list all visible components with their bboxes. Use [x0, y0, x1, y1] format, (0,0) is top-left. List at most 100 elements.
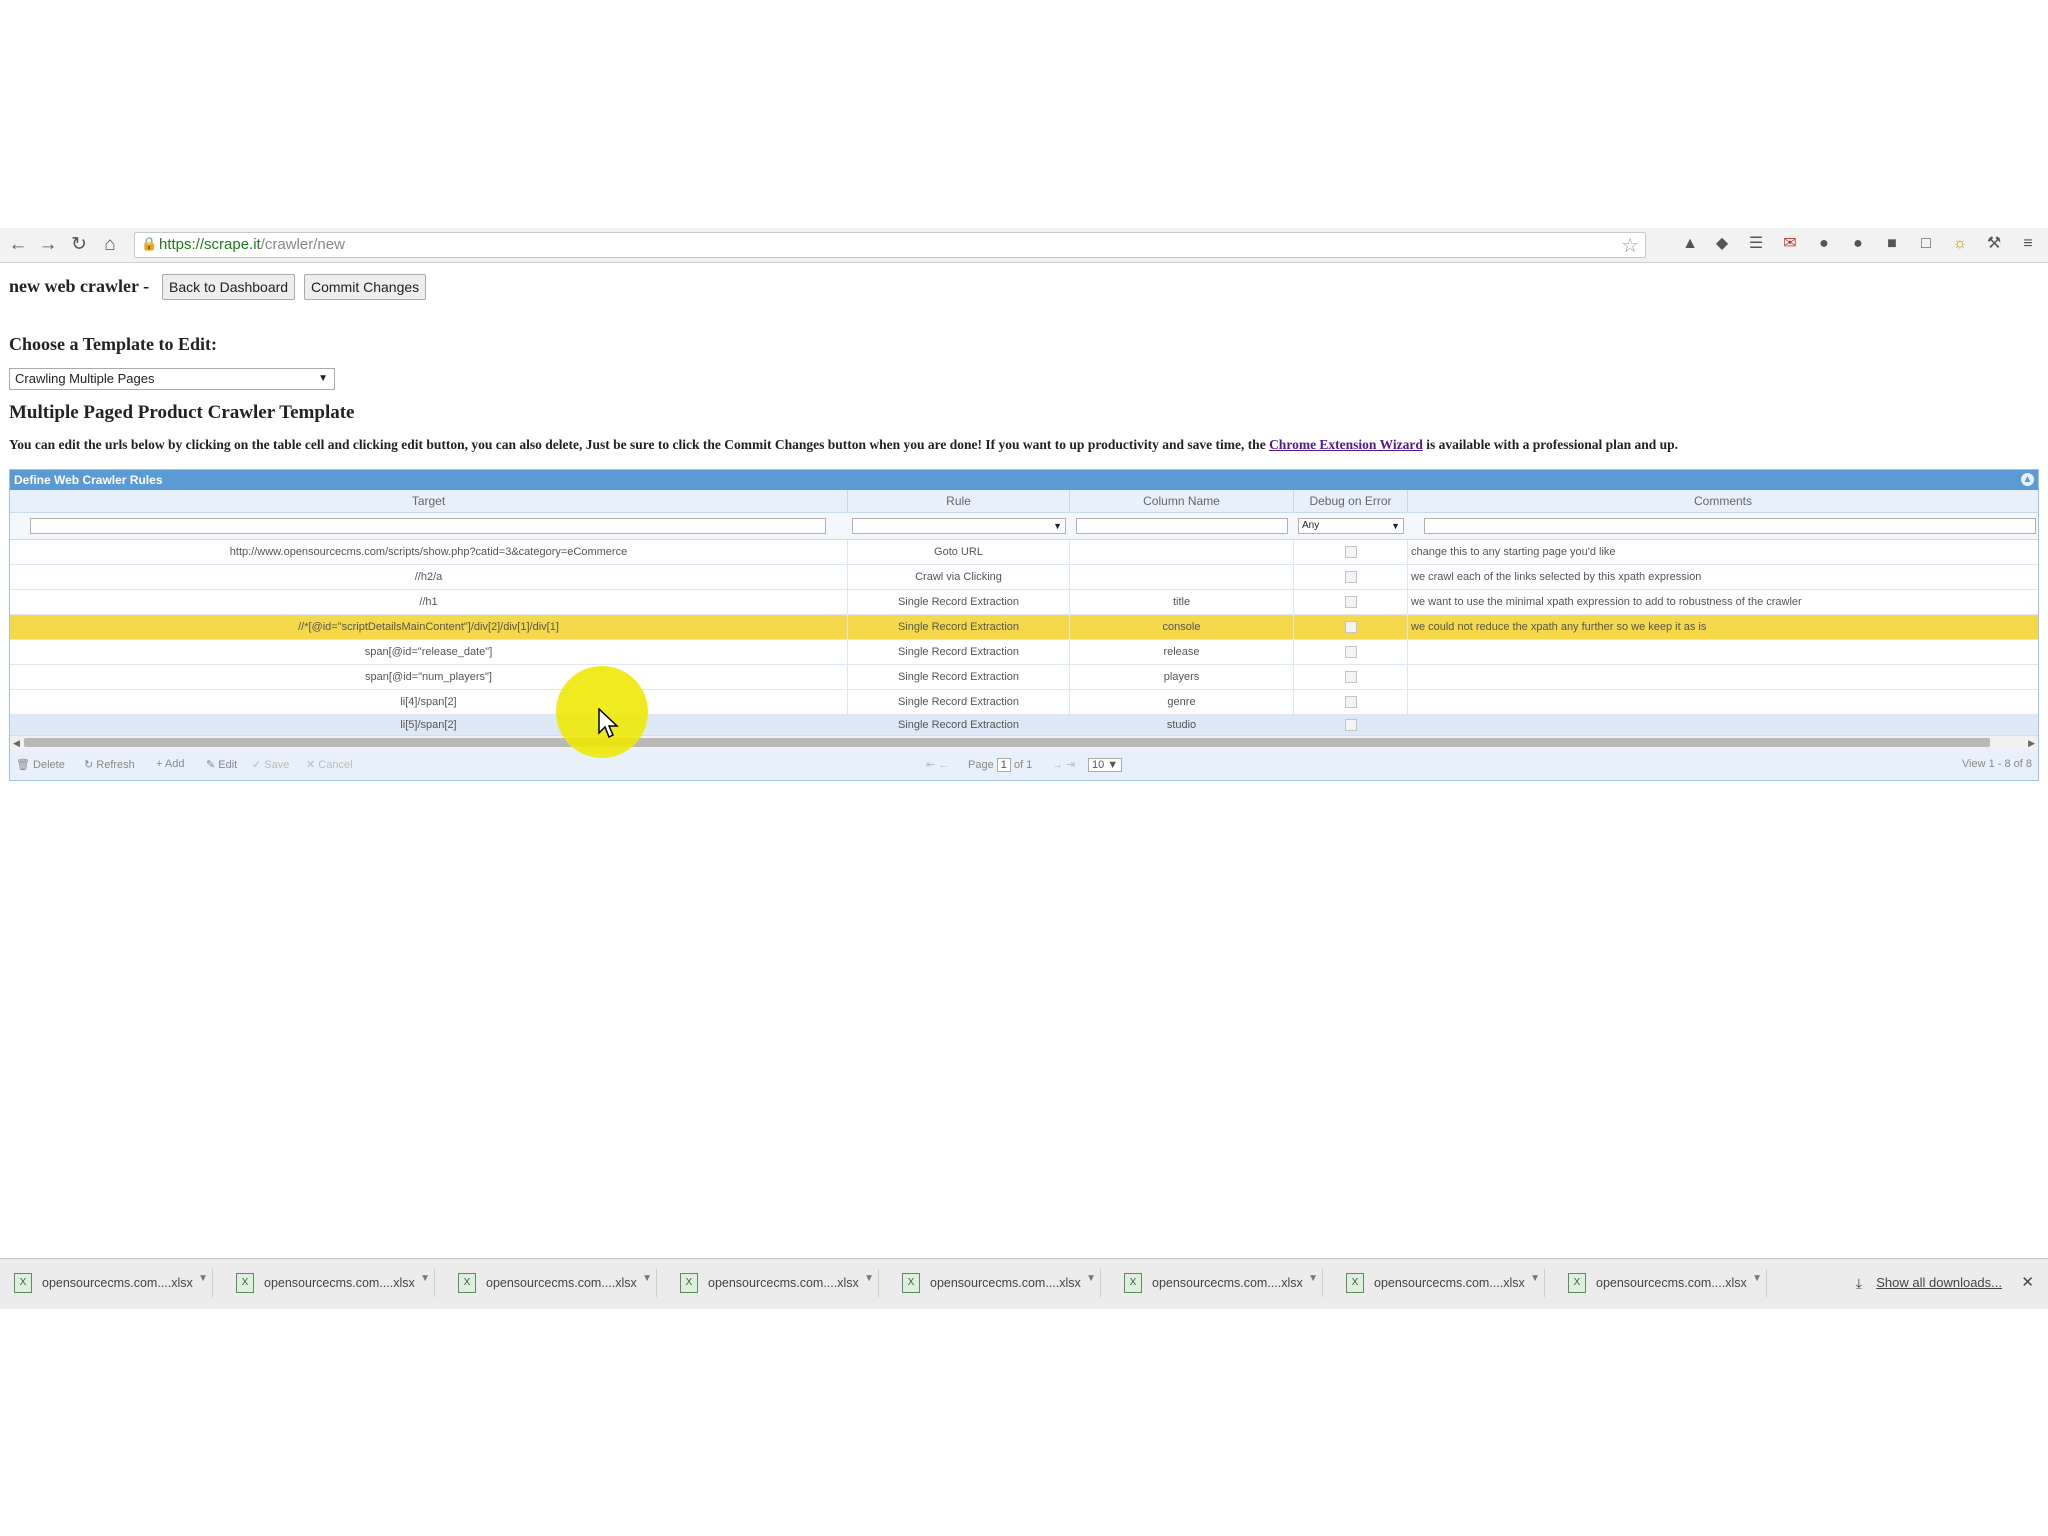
cell-debug[interactable]: [1294, 615, 1408, 639]
shield-icon[interactable]: ◆: [1712, 234, 1732, 254]
cell-debug[interactable]: [1294, 540, 1408, 564]
scroll-left-icon[interactable]: ◀: [13, 736, 20, 750]
cell-column-name[interactable]: studio: [1070, 715, 1294, 735]
download-item[interactable]: Xopensourcecms.com....xlsx ▼: [446, 1269, 657, 1297]
debug-checkbox[interactable]: [1344, 719, 1357, 732]
column-header-column-name[interactable]: Column Name: [1070, 490, 1294, 512]
cell-column-name[interactable]: title: [1070, 590, 1294, 614]
debug-checkbox[interactable]: [1344, 621, 1357, 634]
cell-comment[interactable]: [1408, 690, 2038, 714]
back-to-dashboard-button[interactable]: Back to Dashboard: [162, 274, 296, 300]
page-input[interactable]: 1: [996, 758, 1011, 772]
edit-button[interactable]: ✎ Edit: [206, 758, 237, 771]
debug-checkbox[interactable]: [1344, 596, 1357, 609]
column-header-target[interactable]: Target: [10, 490, 848, 512]
equalizer-icon[interactable]: ☰: [1746, 234, 1766, 254]
cell-rule[interactable]: Single Record Extraction: [848, 590, 1070, 614]
commit-changes-button[interactable]: Commit Changes: [304, 274, 427, 300]
cell-debug[interactable]: [1294, 690, 1408, 714]
globe-icon[interactable]: ●: [1814, 234, 1834, 254]
chevron-down-icon[interactable]: ▼: [1530, 1265, 1540, 1293]
close-icon[interactable]: ✕: [2021, 1269, 2034, 1297]
sun-icon[interactable]: ☼: [1950, 234, 1970, 254]
column-filter-input[interactable]: [1076, 518, 1288, 534]
table-row[interactable]: http://www.opensourcecms.com/scripts/sho…: [10, 540, 2038, 565]
cell-column-name[interactable]: genre: [1070, 690, 1294, 714]
cell-target[interactable]: //h2/a: [10, 565, 848, 589]
download-item[interactable]: Xopensourcecms.com....xlsx ▼: [1112, 1269, 1323, 1297]
column-header-comments[interactable]: Comments: [1408, 490, 2038, 512]
cell-rule[interactable]: Goto URL: [848, 540, 1070, 564]
cell-target[interactable]: li[5]/span[2]: [10, 715, 848, 735]
rule-filter-select[interactable]: ▼: [852, 518, 1066, 534]
cell-debug[interactable]: [1294, 565, 1408, 589]
document-icon[interactable]: □: [1916, 234, 1936, 254]
cell-column-name[interactable]: [1070, 540, 1294, 564]
chrome-extension-link[interactable]: Chrome Extension Wizard: [1269, 437, 1423, 452]
download-item[interactable]: Xopensourcecms.com....xlsx ▼: [224, 1269, 435, 1297]
horizontal-scrollbar[interactable]: ◀ ▶: [10, 735, 2038, 750]
forward-arrow-icon[interactable]: →: [35, 232, 61, 258]
download-item[interactable]: Xopensourcecms.com....xlsx ▼: [1334, 1269, 1545, 1297]
show-all-downloads-link[interactable]: Show all downloads...: [1876, 1269, 2002, 1297]
cell-debug[interactable]: [1294, 590, 1408, 614]
chevron-down-icon[interactable]: ▼: [420, 1265, 430, 1293]
download-item[interactable]: Xopensourcecms.com....xlsx ▼: [2, 1269, 213, 1297]
table-row-hover[interactable]: li[5]/span[2] Single Record Extraction s…: [10, 715, 2038, 736]
chevron-down-icon[interactable]: ▼: [642, 1265, 652, 1293]
save-button[interactable]: ✓ Save: [252, 758, 289, 771]
debug-checkbox[interactable]: [1344, 546, 1357, 559]
cell-target[interactable]: http://www.opensourcecms.com/scripts/sho…: [10, 540, 848, 564]
debug-filter-select[interactable]: Any ▼: [1298, 518, 1404, 534]
refresh-button[interactable]: ↻ Refresh: [84, 758, 135, 771]
collapse-icon[interactable]: ▲: [2021, 473, 2034, 486]
cell-rule[interactable]: Single Record Extraction: [848, 615, 1070, 639]
debug-checkbox[interactable]: [1344, 646, 1357, 659]
chevron-down-icon[interactable]: ▼: [864, 1265, 874, 1293]
debug-checkbox[interactable]: [1344, 696, 1357, 709]
cell-comment[interactable]: we want to use the minimal xpath express…: [1408, 590, 2038, 614]
cell-column-name[interactable]: console: [1070, 615, 1294, 639]
cell-target[interactable]: //*[@id="scriptDetailsMainContent"]/div[…: [10, 615, 848, 639]
table-row[interactable]: li[4]/span[2] Single Record Extraction g…: [10, 690, 2038, 715]
square-icon[interactable]: ■: [1882, 234, 1902, 254]
cell-comment[interactable]: [1408, 715, 2038, 735]
table-row[interactable]: //h2/a Crawl via Clicking we crawl each …: [10, 565, 2038, 590]
table-row[interactable]: span[@id="release_date"] Single Record E…: [10, 640, 2038, 665]
cell-comment[interactable]: we crawl each of the links selected by t…: [1408, 565, 2038, 589]
delete-button[interactable]: 🗑 Delete: [16, 758, 65, 771]
cell-column-name[interactable]: players: [1070, 665, 1294, 689]
extension-icon[interactable]: ▲: [1680, 234, 1700, 254]
wrench-icon[interactable]: ⚒: [1984, 234, 2004, 254]
download-item[interactable]: Xopensourcecms.com....xlsx ▼: [1556, 1269, 1767, 1297]
cell-target[interactable]: span[@id="num_players"]: [10, 665, 848, 689]
cell-comment[interactable]: we could not reduce the xpath any furthe…: [1408, 615, 2038, 639]
template-select[interactable]: Crawling Multiple Pages ▼: [9, 368, 335, 390]
page-size-select[interactable]: 10 ▼: [1088, 758, 1123, 772]
table-row[interactable]: span[@id="num_players"] Single Record Ex…: [10, 665, 2038, 690]
cancel-button[interactable]: ✕ Cancel: [306, 758, 353, 771]
cell-rule[interactable]: Crawl via Clicking: [848, 565, 1070, 589]
add-button[interactable]: + Add: [156, 758, 184, 770]
bookmark-star-icon[interactable]: ☆: [1621, 233, 1639, 258]
scroll-right-icon[interactable]: ▶: [2028, 736, 2035, 750]
reload-icon[interactable]: ↻: [66, 232, 92, 258]
comments-filter-input[interactable]: [1424, 518, 2036, 534]
cell-comment[interactable]: change this to any starting page you'd l…: [1408, 540, 2038, 564]
target-filter-input[interactable]: [30, 518, 826, 534]
chevron-down-icon[interactable]: ▼: [1308, 1265, 1318, 1293]
scrollbar-thumb[interactable]: [24, 738, 1990, 747]
table-row-selected[interactable]: //*[@id="scriptDetailsMainContent"]/div[…: [10, 615, 2038, 640]
menu-icon[interactable]: ≡: [2018, 234, 2038, 254]
back-arrow-icon[interactable]: ←: [5, 232, 31, 258]
cell-target[interactable]: //h1: [10, 590, 848, 614]
mail-icon[interactable]: ✉: [1780, 234, 1800, 254]
debug-checkbox[interactable]: [1344, 671, 1357, 684]
cell-comment[interactable]: [1408, 665, 2038, 689]
cell-rule[interactable]: Single Record Extraction: [848, 715, 1070, 735]
cell-target[interactable]: span[@id="release_date"]: [10, 640, 848, 664]
circle-icon[interactable]: ●: [1848, 234, 1868, 254]
cell-target[interactable]: li[4]/span[2]: [10, 690, 848, 714]
table-row[interactable]: //h1 Single Record Extraction title we w…: [10, 590, 2038, 615]
cell-comment[interactable]: [1408, 640, 2038, 664]
